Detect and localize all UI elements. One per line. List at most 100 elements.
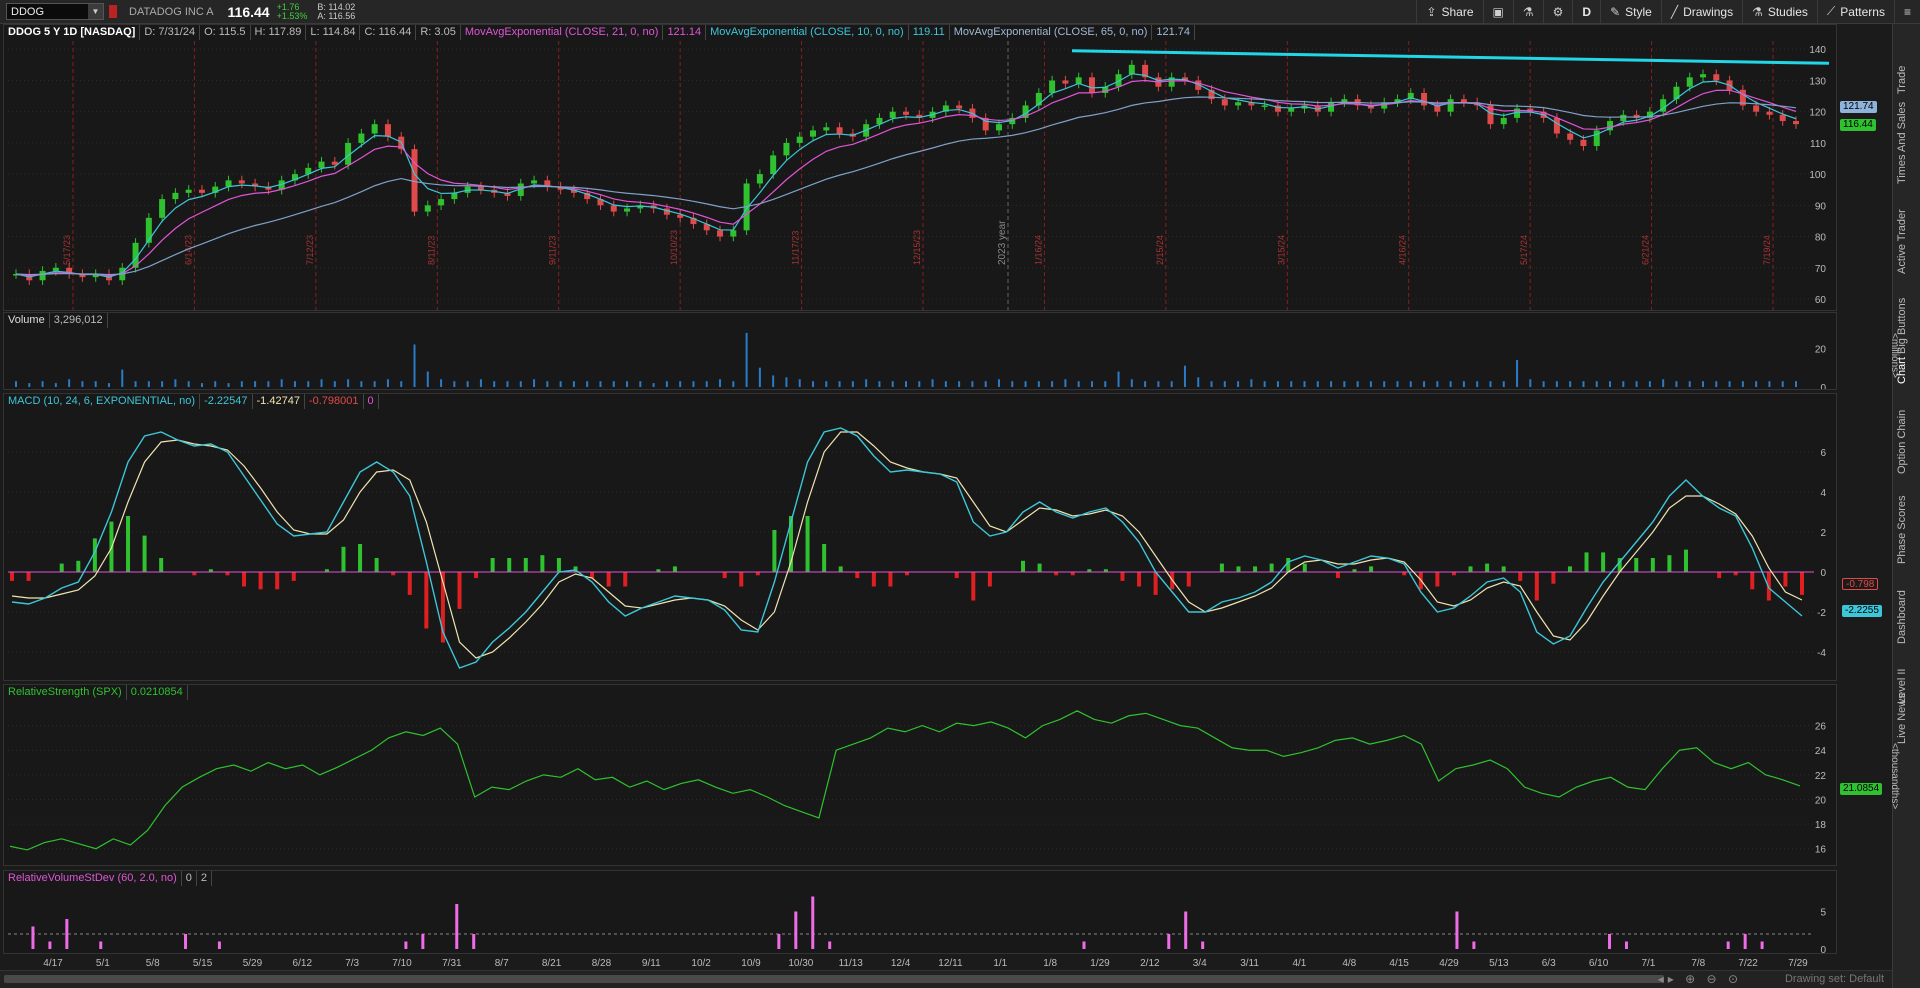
relvol-bar — [1743, 934, 1747, 949]
x-axis-tick: 9/11 — [642, 958, 661, 969]
date-marker-label: 1/16/24 — [1033, 235, 1043, 265]
volume-bar — [1077, 381, 1080, 387]
volume-tick: 20 — [1815, 344, 1827, 355]
camera-icon: ▣ — [1492, 4, 1504, 19]
volume-bar — [453, 381, 456, 387]
macd-histogram-bar — [10, 572, 14, 581]
macd-value-bubble: -2.2255 — [1842, 605, 1882, 617]
volume-bar — [466, 381, 469, 387]
candle-body — [1580, 139, 1587, 147]
candle-body — [1261, 105, 1268, 107]
candle-body — [610, 205, 617, 212]
side-tab-phase-scores[interactable]: Phase Scores — [1896, 496, 1908, 564]
side-tab-option-chain[interactable]: Option Chain — [1896, 410, 1908, 474]
volume-chart[interactable]: 20 0 — [4, 313, 1836, 389]
candle-body — [956, 105, 963, 109]
zoom-controls[interactable]: ◂▸ ⊕ ⊖ ⊙ — [1658, 972, 1742, 986]
candle-body — [1553, 117, 1560, 134]
side-tab-live-news[interactable]: Live News — [1896, 693, 1908, 744]
x-axis-tick: 10/30 — [788, 958, 813, 969]
bid-ask: B: 114.02 A: 116.56 — [317, 2, 355, 21]
volume-bar — [134, 381, 137, 387]
period-button[interactable]: D — [1572, 0, 1600, 24]
price-tick: 110 — [1810, 139, 1826, 150]
price-panel[interactable]: DDOG 5 Y 1D [NASDAQ] D: 7/31/24 O: 115.5… — [3, 24, 1877, 311]
side-tab-active-trader[interactable]: Active Trader — [1896, 209, 1908, 274]
flag-icon[interactable] — [109, 5, 117, 18]
candle-body — [159, 199, 166, 218]
side-tab-dashboard[interactable]: Dashboard — [1896, 590, 1908, 644]
symbol-input[interactable]: DDOG ▼ — [6, 3, 104, 20]
volume-bar — [161, 381, 164, 387]
macd-histogram-bar — [1800, 572, 1804, 595]
macd-histogram-bar — [1021, 560, 1026, 573]
relvol-bar — [1167, 934, 1171, 949]
candle-body — [1567, 133, 1574, 140]
symbol-dropdown-icon[interactable]: ▼ — [88, 4, 103, 19]
macd-histogram-bar — [623, 572, 628, 587]
volume-bar — [1144, 381, 1147, 387]
macd-histogram-bar — [1302, 563, 1307, 573]
ema-bubble: 121.74 — [1840, 101, 1877, 113]
volume-bar — [1542, 381, 1545, 387]
macd-tick: 6 — [1820, 448, 1826, 459]
side-tab-times-and-sales[interactable]: Times And Sales — [1896, 102, 1908, 184]
drawings-button[interactable]: ╱ Drawings — [1660, 0, 1742, 24]
macd-histogram-bar — [1518, 572, 1523, 581]
volume-bar — [360, 381, 363, 387]
volume-bar — [400, 381, 403, 387]
flask-button[interactable]: ⚗ — [1512, 0, 1543, 24]
candle-body — [531, 180, 538, 184]
macd-histogram-bar — [1601, 552, 1606, 573]
side-tab-trade[interactable]: Trade — [1896, 66, 1908, 94]
macd-panel[interactable]: MACD (10, 24, 6, EXPONENTIAL, no) -2.225… — [3, 393, 1882, 681]
volume-bar — [1210, 381, 1213, 387]
volume-bar — [307, 381, 310, 387]
macd-histogram-bar — [540, 555, 545, 573]
macd-histogram-bar — [871, 572, 876, 587]
price-tick: 80 — [1815, 233, 1827, 244]
rs-tick: 26 — [1815, 722, 1827, 733]
share-button[interactable]: ⇪ Share — [1416, 0, 1482, 24]
patterns-button[interactable]: ⟋ Patterns — [1816, 0, 1894, 24]
scroll-thumb[interactable] — [4, 975, 1664, 983]
style-button[interactable]: ✎ Style — [1600, 0, 1661, 24]
snapshot-button[interactable]: ▣ — [1482, 0, 1513, 24]
candle-body — [1421, 92, 1428, 106]
x-axis-tick: 5/15 — [193, 958, 213, 969]
macd-histogram-bar — [474, 572, 479, 579]
volume-panel[interactable]: Volume 3,296,012 20 0 <millions> — [3, 312, 1900, 390]
macd-histogram-bar — [242, 572, 247, 587]
x-axis-tick: 4/15 — [1389, 958, 1409, 969]
volume-bar — [1157, 381, 1160, 387]
volume-bar — [280, 379, 283, 387]
menu-button[interactable]: ≡ — [1893, 0, 1920, 24]
candle-body — [995, 124, 1002, 131]
volume-bar — [1755, 381, 1758, 387]
volume-bar — [1436, 381, 1439, 387]
settings-button[interactable]: ⚙ — [1542, 0, 1573, 24]
relvol-panel[interactable]: RelativeVolumeStDev (60, 2.0, no) 0 2 50 — [3, 870, 1837, 954]
candle-body — [1049, 80, 1056, 93]
volume-bar — [918, 381, 921, 387]
horizontal-scrollbar[interactable] — [4, 975, 1664, 983]
macd-chart[interactable]: 6 4 2 0 -2 -4 — [4, 394, 1836, 680]
relvol-chart[interactable]: 50 — [4, 871, 1836, 953]
candle-body — [823, 127, 830, 131]
macd-histogram-bar — [556, 558, 561, 573]
price-chart[interactable]: 5/17/23 6/14/23 7/12/23 8/11/23 9/11/23 10/10… — [4, 25, 1836, 310]
beaker-icon: ⚗ — [1752, 4, 1763, 19]
macd-histogram-bar — [1667, 555, 1672, 573]
rs-panel[interactable]: RelativeStrength (SPX) 0.0210854 26 24 22 2… — [3, 684, 1900, 866]
date-marker-label: 5/17/24 — [1519, 235, 1529, 265]
volume-bar — [440, 379, 443, 387]
candle-body — [39, 270, 46, 281]
rs-chart[interactable]: 26 24 22 20 18 16 — [4, 685, 1836, 865]
studies-button[interactable]: ⚗ Studies — [1742, 0, 1817, 24]
x-axis-tick: 4/8 — [1342, 958, 1356, 969]
macd-histogram-bar — [1534, 572, 1539, 601]
volume-bar — [997, 379, 1000, 387]
candle-body — [185, 189, 192, 193]
x-axis-tick: 5/1 — [96, 958, 110, 969]
volume-bar — [174, 379, 177, 387]
